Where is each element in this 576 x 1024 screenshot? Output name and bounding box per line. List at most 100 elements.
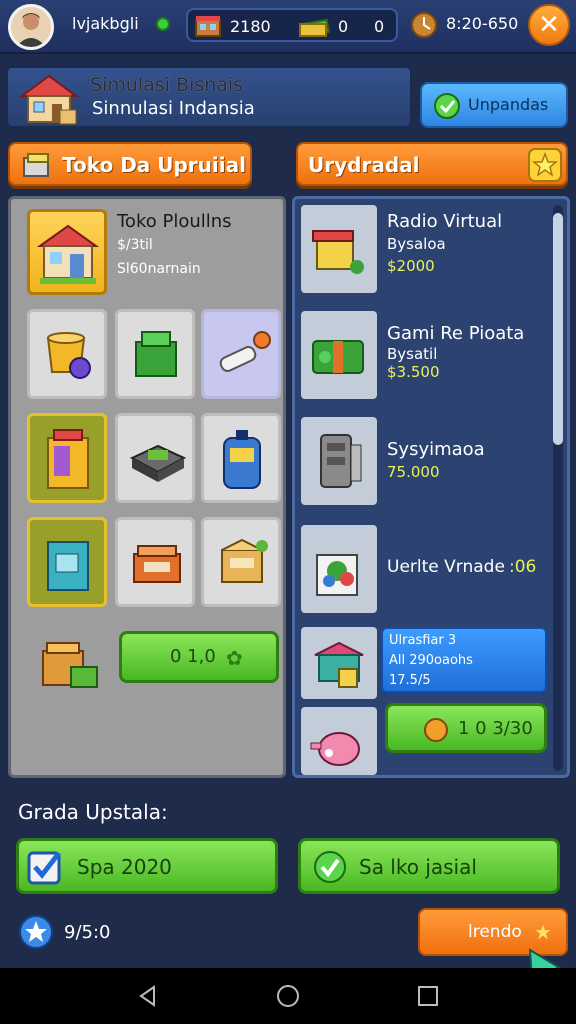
- crate-icon: [20, 150, 54, 184]
- green-crate-icon: [135, 331, 177, 377]
- upgrade-price: 75.000: [387, 463, 440, 481]
- resource-2-value: 0: [338, 17, 349, 36]
- clover-icon: ✿: [226, 646, 243, 670]
- featured-shop-item[interactable]: [27, 209, 107, 295]
- resource-1-value: 2180: [230, 17, 271, 36]
- upgrade-item-image[interactable]: [301, 205, 377, 293]
- special-button[interactable]: Sa lko jasial: [298, 838, 560, 894]
- info-line-1: Ulrasfiar 3: [389, 633, 457, 648]
- teapot-icon: [310, 732, 360, 766]
- star-icon: ★: [534, 920, 552, 944]
- home-icon[interactable]: [276, 984, 300, 1012]
- upgrade-sub: Bysaloa: [387, 235, 446, 253]
- fridge-icon: [47, 541, 89, 591]
- coin-value: 9/5:0: [64, 922, 111, 943]
- bucket-gear-icon: [46, 332, 91, 379]
- checkbox-icon: [27, 849, 63, 889]
- page-title: Simulasi Bisnais: [90, 74, 244, 96]
- upgrade-price: $2000: [387, 257, 435, 275]
- upgrade-price: :06: [509, 557, 537, 577]
- upgrade-price: $3.500: [387, 363, 440, 381]
- resource-bar: 2180 0 0: [186, 8, 398, 42]
- page-subtitle: Sinnulasi Indansia: [92, 98, 255, 119]
- shop-slot-radio[interactable]: [201, 413, 281, 503]
- upgrades-panel: Radio Virtual Bysaloa $2000 Gami Re Pioa…: [292, 196, 570, 778]
- recents-icon[interactable]: [416, 984, 440, 1012]
- upgrades-header-label: Urydradal: [308, 153, 420, 177]
- featured-subtitle: Sl60narnain: [117, 261, 201, 277]
- shop-buy-button[interactable]: 0 1,0 ✿: [119, 631, 279, 683]
- title-panel: Simulasi Bisnais Sinnulasi Indansia: [6, 66, 412, 128]
- shop-slot-parcel[interactable]: [201, 517, 281, 607]
- parcel-icon: [221, 538, 268, 583]
- scrollbar-thumb[interactable]: [553, 213, 563, 445]
- coin-bag-icon: [422, 716, 450, 748]
- upgrade-name: Sysyimaoa: [387, 439, 485, 460]
- shop-header: Toko Da Upruiial: [8, 142, 252, 186]
- tube-tool-icon: [219, 331, 271, 372]
- shop-slot-vending[interactable]: [27, 413, 107, 503]
- shopping-bag-icon: [316, 554, 358, 596]
- shop-slot-bucket[interactable]: [27, 309, 107, 399]
- player-avatar[interactable]: [8, 4, 54, 50]
- market-stand-icon: [314, 641, 364, 688]
- upgrade-info-box: Ulrasfiar 3 All 290oaohs 17.5/5: [381, 627, 547, 693]
- cash-bundle-icon: [312, 340, 364, 374]
- walkie-talkie-icon: [223, 430, 261, 489]
- shop-panel: Toko Ploullns $/3til Sl60narnain 0 1,0 ✿: [8, 196, 286, 778]
- orange-box-icon: [133, 545, 181, 583]
- upgrade-buy-label: 1 0 3/30: [458, 718, 533, 739]
- shop-slot-green-crate[interactable]: [115, 309, 195, 399]
- info-line-2: All 290oaohs: [389, 653, 473, 668]
- star-icon: [528, 148, 562, 186]
- server-cabinet-icon: [320, 434, 362, 488]
- back-icon[interactable]: [136, 984, 160, 1012]
- upgrade-item-image[interactable]: [301, 311, 377, 399]
- cash-stack-icon: [298, 14, 332, 42]
- shop-slot-orange-box[interactable]: [115, 517, 195, 607]
- system-nav-bar: [0, 968, 576, 1024]
- house-icon: [18, 72, 80, 130]
- upgrade-item-image[interactable]: [301, 525, 377, 613]
- upgrades-scrollbar[interactable]: [553, 205, 563, 771]
- upgrade-buy-button[interactable]: 1 0 3/30: [385, 703, 547, 753]
- clock-icon: [410, 11, 438, 43]
- top-bar: lvjakbgli 2180 0 0 8:20-650 ✕: [0, 0, 576, 54]
- confirm-label: Spa 2020: [77, 855, 172, 879]
- close-icon: ✕: [538, 10, 560, 40]
- info-line-3: 17.5/5: [389, 673, 431, 688]
- upgrade-item-image[interactable]: [301, 707, 377, 775]
- online-status-icon: [156, 17, 170, 31]
- trend-label: lrendo: [468, 922, 522, 942]
- shop-slot-tool[interactable]: [201, 309, 281, 399]
- shop-buy-label: 0 1,0: [170, 646, 216, 667]
- shop-slot-cash-box[interactable]: [115, 413, 195, 503]
- updates-label: Unpandas: [468, 95, 549, 114]
- upgrade-name: Radio Virtual: [387, 211, 503, 232]
- gift-box-icon: [312, 230, 364, 274]
- close-button[interactable]: ✕: [528, 4, 570, 46]
- grade-label: Grada Upstala:: [18, 800, 168, 824]
- check-chat-icon: [432, 92, 462, 124]
- updates-button[interactable]: Unpandas: [420, 82, 568, 128]
- vending-machine-icon: [47, 429, 89, 489]
- star-coin-icon: [18, 914, 54, 954]
- player-name: lvjakbgli: [72, 14, 139, 33]
- market-stall-icon: [37, 637, 101, 697]
- upgrade-sub: Bysatil: [387, 345, 438, 363]
- shop-slot-fridge[interactable]: [27, 517, 107, 607]
- store-icon: [36, 224, 100, 284]
- special-label: Sa lko jasial: [359, 855, 477, 879]
- upgrade-item-image[interactable]: [301, 417, 377, 505]
- timer-value: 8:20-650: [446, 14, 519, 33]
- featured-price: $/3til: [117, 237, 153, 253]
- shop-building-icon: [194, 14, 222, 42]
- upgrades-header: Urydradal: [296, 142, 568, 186]
- featured-title: Toko Ploullns: [117, 211, 232, 232]
- upgrade-item-image[interactable]: [301, 627, 377, 699]
- shop-header-label: Toko Da Upruiial: [62, 153, 246, 177]
- resource-3-value: 0: [374, 17, 385, 36]
- upgrade-name: Gami Re Pioata: [387, 323, 525, 344]
- cash-box-icon: [129, 444, 187, 482]
- confirm-button[interactable]: Spa 2020: [16, 838, 278, 894]
